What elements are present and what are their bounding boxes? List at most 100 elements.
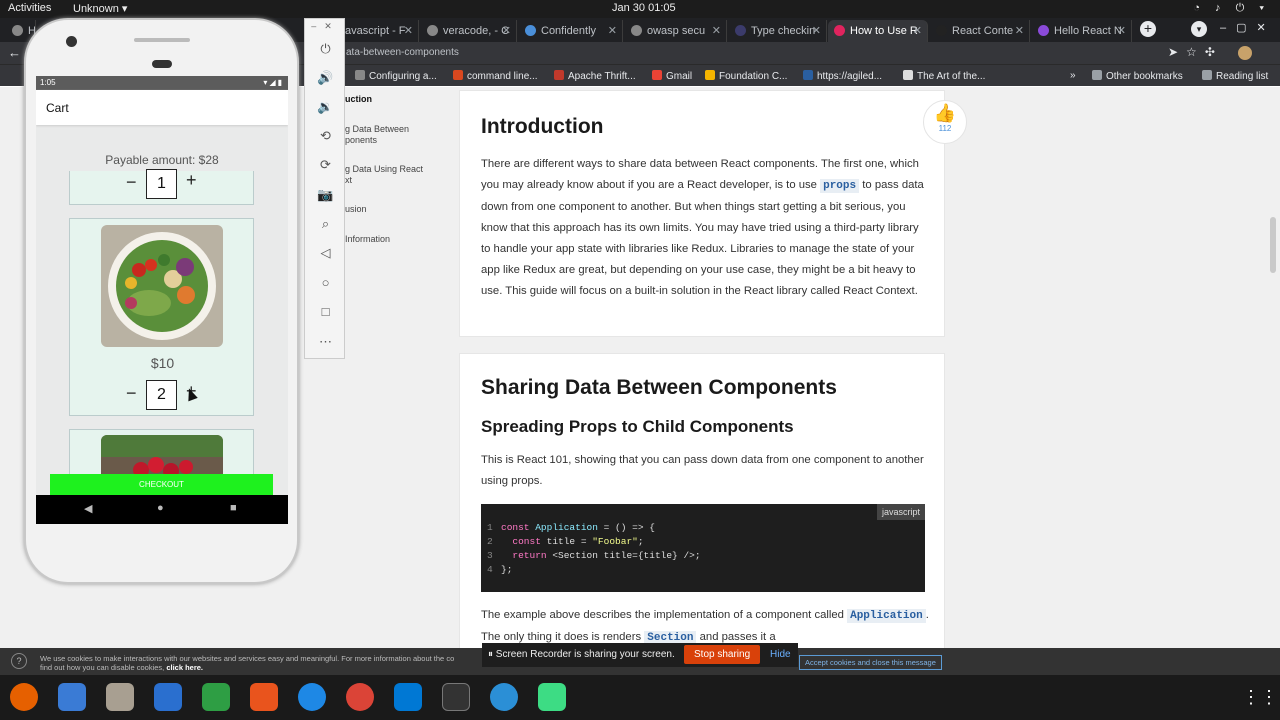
browser-tab[interactable]: veracode, - C ✕ <box>421 20 517 42</box>
scrollbar[interactable] <box>1270 217 1276 273</box>
browser-tab[interactable]: Hello React N ✕ <box>1032 20 1132 42</box>
bookmark-favicon-icon <box>554 70 564 80</box>
back-icon[interactable]: ◁ <box>305 245 346 261</box>
code-line: const title = "Foobar"; <box>512 536 644 547</box>
mail-icon[interactable] <box>58 683 86 711</box>
vscode-icon[interactable] <box>394 683 422 711</box>
close-icon[interactable]: ✕ <box>1015 24 1024 37</box>
bookmark-item[interactable]: Gmail <box>652 70 692 82</box>
volume-up-icon[interactable]: 🔊 <box>305 70 346 86</box>
sharing-card: Sharing Data Between Components Spreadin… <box>459 353 945 653</box>
calc-icon[interactable] <box>202 683 230 711</box>
accept-cookies-button[interactable]: Accept cookies and close this message <box>799 655 942 670</box>
quantity-field[interactable]: 1 <box>146 169 177 199</box>
tab-favicon-icon <box>936 25 947 36</box>
overview-icon[interactable]: □ <box>305 304 346 319</box>
power-icon[interactable]: ⏻ <box>305 41 346 57</box>
checkout-button[interactable]: CHECKOUT <box>50 474 273 495</box>
firefox-icon[interactable] <box>10 683 38 711</box>
files-icon[interactable] <box>106 683 134 711</box>
spreading-subheading: Spreading Props to Child Components <box>481 417 794 436</box>
overview-icon[interactable]: ■ <box>230 502 237 514</box>
home-icon[interactable]: ● <box>157 502 164 514</box>
quantity-field[interactable]: 2 <box>146 380 177 410</box>
bookmark-item[interactable]: The Art of the... <box>903 70 985 82</box>
help-icon[interactable]: ? <box>11 653 27 669</box>
more-bookmarks-icon[interactable]: » <box>1070 70 1076 81</box>
chrome-icon[interactable] <box>346 683 374 711</box>
bookmark-item[interactable]: Configuring a... <box>355 70 437 82</box>
back-icon[interactable]: ◀ <box>84 502 92 515</box>
decrement-button[interactable]: − <box>126 383 137 404</box>
android-studio-icon[interactable] <box>538 683 566 711</box>
reading-list[interactable]: Reading list <box>1202 70 1268 82</box>
close-icon[interactable]: ✕ <box>913 24 922 37</box>
volume-down-icon[interactable]: 🔉 <box>305 99 346 115</box>
food-image <box>101 225 223 347</box>
new-tab-button[interactable]: + <box>1140 21 1156 37</box>
close-icon[interactable]: ✕ <box>812 24 821 37</box>
toc-item[interactable]: uction <box>345 94 372 104</box>
profile-avatar[interactable] <box>1238 46 1252 60</box>
tab-favicon-icon <box>525 25 536 36</box>
terminal-icon[interactable] <box>442 683 470 711</box>
like-button[interactable]: 👍 112 <box>923 100 967 144</box>
zoom-icon[interactable]: ⌕ <box>305 216 346 232</box>
rotate-left-icon[interactable]: ⟲ <box>305 128 346 144</box>
activities-button[interactable]: Activities <box>8 2 51 14</box>
hide-button[interactable]: Hide <box>770 649 791 660</box>
home-icon[interactable]: ○ <box>305 275 346 290</box>
browser-tab-active[interactable]: How to Use R ✕ <box>828 20 928 42</box>
back-arrow-icon[interactable]: ← <box>8 45 21 60</box>
rotate-right-icon[interactable]: ⟳ <box>305 157 346 173</box>
increment-button[interactable]: + <box>186 170 197 191</box>
webstorm-icon[interactable] <box>490 683 518 711</box>
bookmark-favicon-icon <box>453 70 463 80</box>
browser-tab[interactable]: Type checkin ✕ <box>729 20 827 42</box>
toc-item[interactable]: g Data Using React <box>345 164 423 174</box>
clock[interactable]: Jan 30 01:05 <box>612 2 676 14</box>
close-icon[interactable]: ✕ <box>608 24 617 37</box>
address-bar-icons[interactable]: ➤☆✣ <box>1168 45 1223 59</box>
bookmark-item[interactable]: Apache Thrift... <box>554 70 636 82</box>
bookmark-item[interactable]: https://agiled... <box>803 70 882 82</box>
toc-item[interactable]: ponents <box>345 135 377 145</box>
more-icon[interactable]: ⋯ <box>305 334 346 350</box>
stop-sharing-button[interactable]: Stop sharing <box>684 645 761 664</box>
camera-icon[interactable]: 📷 <box>305 187 346 203</box>
cookie-text-2: find out how you can disable cookies, cl… <box>40 663 204 672</box>
toc-item[interactable]: usion <box>345 204 367 214</box>
cookie-link[interactable]: click here. <box>166 663 203 672</box>
cookie-text: We use cookies to make interactions with… <box>40 654 455 663</box>
close-icon[interactable]: ✕ <box>502 24 511 37</box>
browser-tab[interactable]: React Conte ✕ <box>930 20 1030 42</box>
browser-tab[interactable]: Confidently ✕ <box>519 20 623 42</box>
software-icon[interactable] <box>250 683 278 711</box>
code-block[interactable]: javascript 1 2 3 4 const Application = (… <box>481 504 925 592</box>
cart-item: − 1 + <box>69 169 254 205</box>
url-field[interactable]: ata-between-components <box>346 47 459 58</box>
close-icon[interactable]: ✕ <box>404 24 413 37</box>
emulator-window-controls[interactable]: –✕ <box>305 21 346 32</box>
tab-search-button[interactable]: ▾ <box>1191 21 1207 37</box>
toc-item[interactable]: xt <box>345 175 352 185</box>
app-menu[interactable]: Unknown ▾ <box>73 2 127 15</box>
quantity-stepper: − 1 + <box>126 169 206 199</box>
browser-tab[interactable]: owasp secu ✕ <box>625 20 727 42</box>
tab-favicon-icon <box>735 25 746 36</box>
bookmark-item[interactable]: command line... <box>453 70 538 82</box>
help-app-icon[interactable] <box>298 683 326 711</box>
toc-item[interactable]: g Data Between <box>345 124 409 134</box>
writer-icon[interactable] <box>154 683 182 711</box>
other-bookmarks[interactable]: Other bookmarks <box>1092 70 1183 82</box>
close-icon[interactable]: ✕ <box>712 24 721 37</box>
app-grid-icon[interactable]: ⋮⋮ <box>1242 683 1278 711</box>
gmail-icon <box>652 70 662 80</box>
window-controls[interactable]: –▢✕ <box>1220 21 1276 34</box>
system-tray[interactable]: ◔ ♪ ⏻ ▾ <box>1193 2 1270 15</box>
bookmark-item[interactable]: Foundation C... <box>705 70 787 82</box>
intro-card: Introduction There are different ways to… <box>459 90 945 337</box>
decrement-button[interactable]: − <box>126 172 137 193</box>
close-icon[interactable]: ✕ <box>1117 24 1126 37</box>
toc-item[interactable]: Information <box>345 234 390 244</box>
